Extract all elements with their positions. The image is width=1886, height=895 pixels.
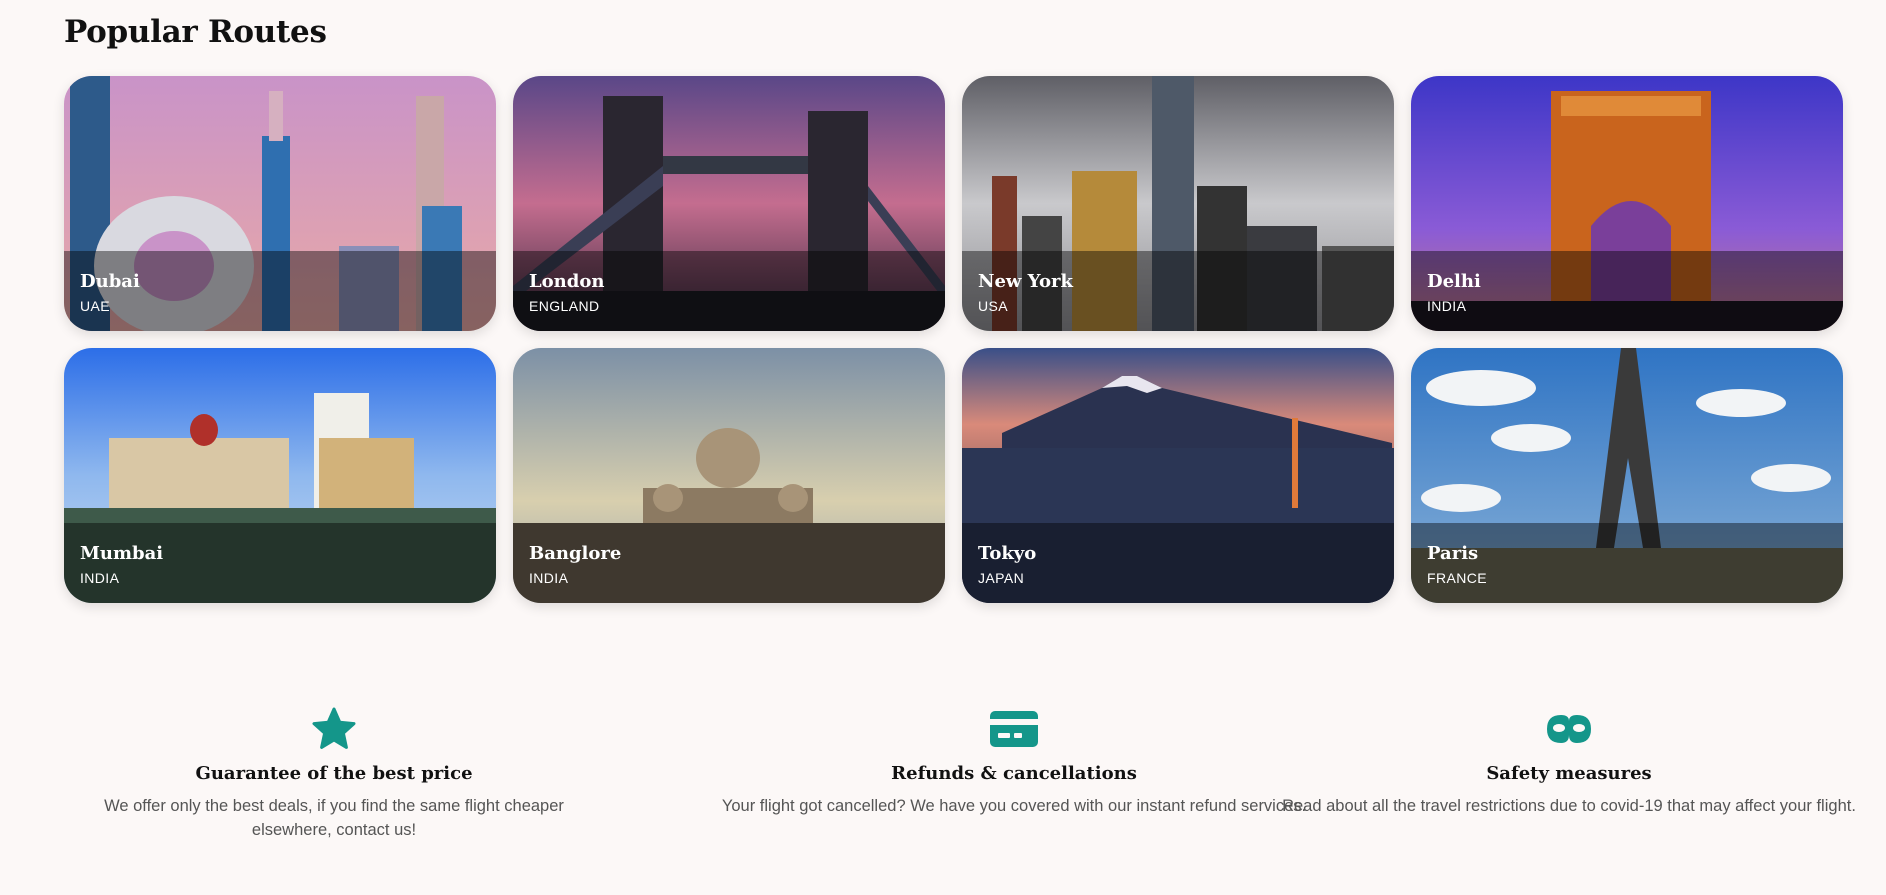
feature-safety: Safety measures Read about all the trave… — [1274, 705, 1864, 818]
route-card-banglore[interactable]: Banglore INDIA — [513, 348, 945, 603]
route-card-tokyo[interactable]: Tokyo JAPAN — [962, 348, 1394, 603]
route-city: Dubai — [80, 271, 140, 292]
route-card-mumbai[interactable]: Mumbai INDIA — [64, 348, 496, 603]
feature-best-price: Guarantee of the best price We offer onl… — [64, 705, 604, 842]
feature-text: Your flight got cancelled? We have you c… — [721, 797, 1307, 815]
popular-routes-grid: Dubai UAE London ENGLAND New York USA De… — [64, 76, 1843, 603]
route-city: London — [529, 271, 605, 292]
feature-text: We offer only the best deals, if you fin… — [104, 797, 564, 839]
mask-icon — [1547, 715, 1591, 743]
route-city: Tokyo — [978, 543, 1037, 564]
route-country: UAE — [80, 298, 110, 314]
route-card-paris[interactable]: Paris FRANCE — [1411, 348, 1843, 603]
route-country: ENGLAND — [529, 298, 600, 314]
route-city: Mumbai — [80, 543, 164, 564]
route-country: USA — [978, 298, 1008, 314]
route-city: Delhi — [1427, 271, 1481, 292]
feature-title: Refunds & cancellations — [891, 763, 1137, 784]
route-country: INDIA — [529, 570, 569, 586]
route-city: New York — [978, 271, 1073, 292]
route-card-dubai[interactable]: Dubai UAE — [64, 76, 496, 331]
route-country: INDIA — [80, 570, 120, 586]
route-city: Banglore — [529, 543, 622, 564]
route-city: Paris — [1427, 543, 1479, 564]
feature-title: Guarantee of the best price — [195, 763, 473, 784]
route-country: INDIA — [1427, 298, 1467, 314]
route-card-delhi[interactable]: Delhi INDIA — [1411, 76, 1843, 331]
route-country: JAPAN — [978, 570, 1025, 586]
section-title: Popular Routes — [64, 14, 327, 50]
features-section: Guarantee of the best price We offer onl… — [64, 705, 1864, 885]
feature-text: Read about all the travel restrictions d… — [1282, 797, 1856, 815]
route-card-london[interactable]: London ENGLAND — [513, 76, 945, 331]
credit-card-icon — [990, 711, 1038, 747]
feature-title: Safety measures — [1486, 763, 1652, 784]
route-country: FRANCE — [1427, 570, 1487, 586]
star-icon — [312, 707, 356, 749]
route-card-new-york[interactable]: New York USA — [962, 76, 1394, 331]
feature-refunds: Refunds & cancellations Your flight got … — [664, 705, 1364, 818]
